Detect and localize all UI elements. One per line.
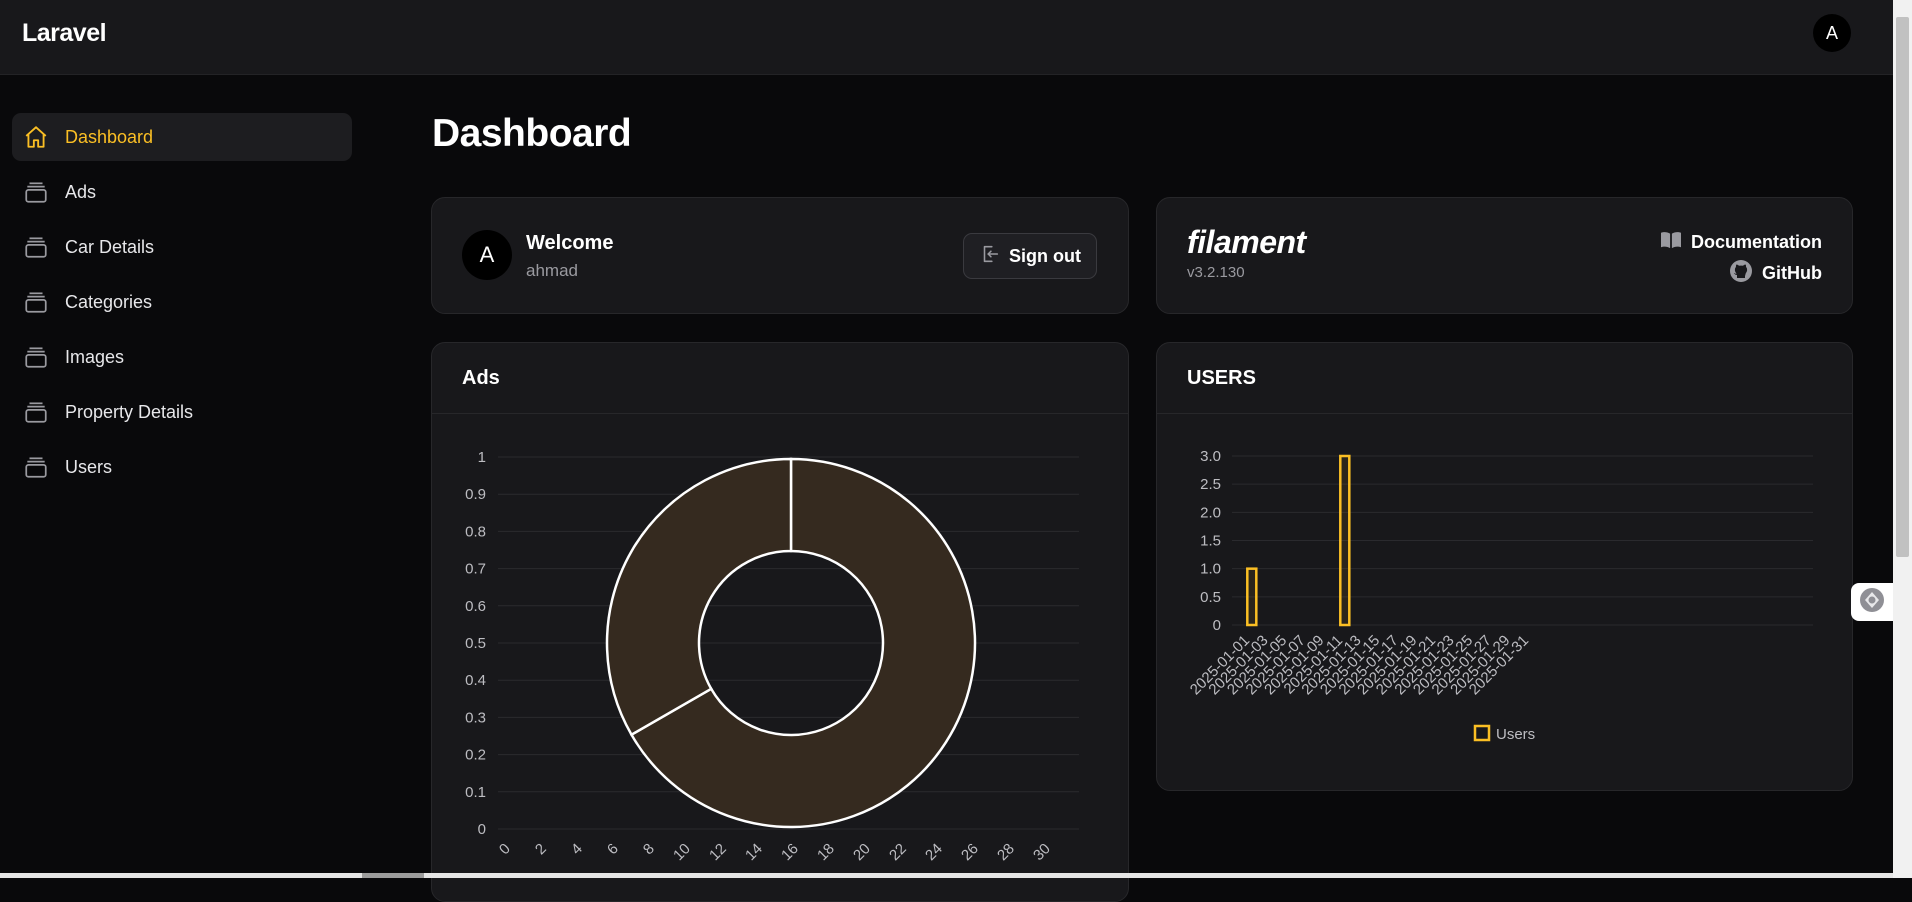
y-tick-label: 0.6: [465, 598, 486, 615]
bar: [1246, 567, 1258, 627]
account-widget: A Welcome ahmad Sign out: [431, 197, 1129, 314]
y-tick-label: 1: [478, 449, 486, 466]
ads-chart-widget: Ads 1 0.9 0.8 0.7 0.6 0.5 0.4 0.3 0.2 0.1 0 0 2 4 6 8 10…: [431, 342, 1129, 902]
y-tick-label: 0.5: [465, 635, 486, 652]
y-tick-label: 0.1: [465, 784, 486, 801]
version-label: v3.2.130: [1187, 264, 1245, 281]
stack-icon: [22, 233, 50, 261]
sidebar-item-label: Dashboard: [65, 126, 154, 147]
github-link[interactable]: GitHub: [1729, 259, 1822, 288]
topbar: Laravel A: [0, 0, 1893, 75]
y-tick-label: 0.7: [465, 561, 486, 578]
avatar: A: [462, 230, 512, 280]
y-tick-label: 0.5: [1200, 589, 1221, 606]
sidebar-item-car-details[interactable]: Car Details: [12, 223, 352, 271]
sign-out-button[interactable]: Sign out: [963, 233, 1097, 279]
y-tick-label: 0.3: [465, 709, 486, 726]
stack-icon: [22, 398, 50, 426]
sidebar-item-label: Property Details: [65, 401, 194, 422]
github-icon: [1729, 259, 1753, 288]
x-tick-label: 30: [1030, 840, 1054, 864]
vertical-scrollbar[interactable]: [1893, 0, 1912, 878]
doughnut-slice: [605, 457, 793, 737]
assistant-icon: [1859, 587, 1885, 618]
sign-out-icon: [979, 243, 1001, 270]
welcome-title: Welcome: [526, 232, 614, 254]
documentation-link[interactable]: Documentation: [1660, 230, 1822, 255]
x-tick-label: 22: [886, 840, 910, 864]
x-tick-label: 6: [604, 840, 622, 858]
floating-assistant-button[interactable]: [1851, 583, 1893, 621]
x-tick-label: 10: [670, 840, 694, 864]
y-tick-label: 3.0: [1200, 448, 1221, 465]
filament-info-widget: filament v3.2.130 Documentation GitHub: [1156, 197, 1853, 314]
home-icon: [22, 123, 50, 151]
x-tick-label: 26: [958, 840, 982, 864]
username: ahmad: [526, 261, 578, 280]
x-tick-label: 12: [706, 840, 730, 864]
x-tick-label: 2: [532, 840, 550, 858]
y-tick-label: 0.8: [465, 523, 486, 540]
ads-doughnut-chart: 10.90.80.70.60.50.40.30.20.100 2 4 6 8 10 12 14…: [465, 449, 1079, 864]
x-tick-label: 14: [742, 840, 766, 864]
users-chart-widget: USERS 3.0 2.5 2.0 1.5 1.0 0.5 0 2025-01-01 2025-…: [1156, 342, 1853, 791]
sidebar-item-label: Users: [65, 456, 113, 477]
stack-icon: [22, 453, 50, 481]
bar: [1339, 454, 1351, 627]
y-tick-label: 0.2: [465, 747, 486, 764]
y-tick-label: 0: [1213, 617, 1221, 634]
github-label: GitHub: [1762, 263, 1822, 283]
documentation-label: Documentation: [1690, 232, 1822, 252]
brand-logo[interactable]: Laravel: [22, 19, 107, 48]
users-bar-chart: 3.02.52.01.51.00.502025-01-012025-01-032…: [1187, 448, 1813, 743]
page-title: Dashboard: [432, 112, 632, 155]
x-tick-label: 28: [994, 840, 1018, 864]
x-tick-label: 24: [922, 840, 946, 864]
legend-label: Users: [1496, 726, 1535, 743]
sidebar-item-property-details[interactable]: Property Details: [12, 388, 352, 436]
y-tick-label: 0.4: [465, 672, 486, 689]
sidebar: Dashboard Ads Car Details Categories Ima…: [0, 74, 360, 878]
stack-icon: [22, 178, 50, 206]
y-tick-label: 0.9: [465, 486, 486, 503]
stack-icon: [22, 288, 50, 316]
y-tick-label: 2.0: [1200, 504, 1221, 521]
sidebar-item-label: Images: [65, 346, 125, 367]
x-tick-label: 20: [850, 840, 874, 864]
x-tick-label: 18: [814, 840, 838, 864]
sidebar-item-dashboard[interactable]: Dashboard: [12, 113, 352, 161]
user-avatar[interactable]: A: [1813, 14, 1851, 52]
stack-icon: [22, 343, 50, 371]
scrollbar-thumb[interactable]: [362, 873, 424, 878]
legend-swatch: [1473, 724, 1491, 742]
sidebar-item-label: Ads: [65, 181, 97, 202]
x-tick-label: 4: [568, 840, 586, 858]
sidebar-item-ads[interactable]: Ads: [12, 168, 352, 216]
sidebar-item-label: Car Details: [65, 236, 155, 257]
horizontal-scrollbar[interactable]: [0, 873, 1893, 878]
book-icon: [1660, 230, 1682, 255]
sidebar-item-users[interactable]: Users: [12, 443, 352, 491]
x-tick-label: 16: [778, 840, 802, 864]
sidebar-item-label: Categories: [65, 291, 153, 312]
y-tick-label: 0: [478, 821, 486, 838]
x-tick-label: 0: [496, 840, 514, 858]
filament-logo[interactable]: filament: [1187, 224, 1306, 261]
x-tick-label: 8: [640, 840, 658, 858]
y-tick-label: 1.0: [1200, 561, 1221, 578]
y-tick-label: 2.5: [1200, 476, 1221, 493]
sidebar-item-images[interactable]: Images: [12, 333, 352, 381]
scrollbar-thumb[interactable]: [1896, 17, 1909, 557]
sidebar-item-categories[interactable]: Categories: [12, 278, 352, 326]
sign-out-label: Sign out: [1009, 245, 1081, 266]
y-tick-label: 1.5: [1200, 533, 1221, 550]
